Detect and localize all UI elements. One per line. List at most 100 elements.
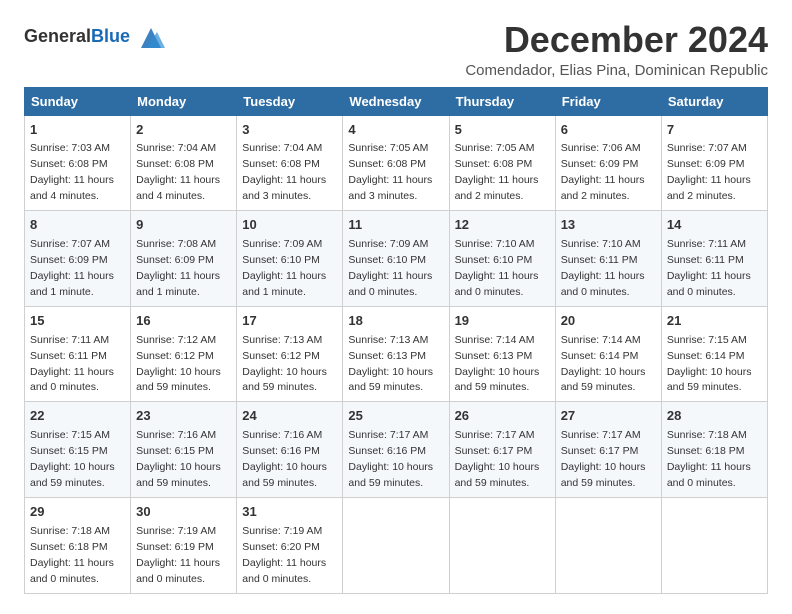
day-info: Sunrise: 7:05 AMSunset: 6:08 PMDaylight:… bbox=[455, 142, 539, 202]
day-info: Sunrise: 7:11 AMSunset: 6:11 PMDaylight:… bbox=[30, 334, 114, 394]
day-number: 8 bbox=[30, 216, 125, 235]
day-info: Sunrise: 7:18 AMSunset: 6:18 PMDaylight:… bbox=[667, 429, 751, 489]
calendar-cell: 12 Sunrise: 7:10 AMSunset: 6:10 PMDaylig… bbox=[449, 211, 555, 307]
calendar-week-row: 15 Sunrise: 7:11 AMSunset: 6:11 PMDaylig… bbox=[25, 306, 768, 402]
day-number: 5 bbox=[455, 121, 550, 140]
calendar-cell: 3 Sunrise: 7:04 AMSunset: 6:08 PMDayligh… bbox=[237, 115, 343, 211]
day-info: Sunrise: 7:16 AMSunset: 6:15 PMDaylight:… bbox=[136, 429, 221, 489]
weekday-header-thursday: Thursday bbox=[449, 87, 555, 115]
day-info: Sunrise: 7:13 AMSunset: 6:12 PMDaylight:… bbox=[242, 334, 327, 394]
day-number: 30 bbox=[136, 503, 231, 522]
day-number: 10 bbox=[242, 216, 337, 235]
calendar-cell: 4 Sunrise: 7:05 AMSunset: 6:08 PMDayligh… bbox=[343, 115, 449, 211]
calendar-cell: 5 Sunrise: 7:05 AMSunset: 6:08 PMDayligh… bbox=[449, 115, 555, 211]
day-info: Sunrise: 7:15 AMSunset: 6:15 PMDaylight:… bbox=[30, 429, 115, 489]
weekday-header-saturday: Saturday bbox=[661, 87, 767, 115]
weekday-header-wednesday: Wednesday bbox=[343, 87, 449, 115]
calendar-cell: 10 Sunrise: 7:09 AMSunset: 6:10 PMDaylig… bbox=[237, 211, 343, 307]
day-info: Sunrise: 7:07 AMSunset: 6:09 PMDaylight:… bbox=[30, 238, 114, 298]
calendar-cell: 23 Sunrise: 7:16 AMSunset: 6:15 PMDaylig… bbox=[131, 402, 237, 498]
day-info: Sunrise: 7:08 AMSunset: 6:09 PMDaylight:… bbox=[136, 238, 220, 298]
day-info: Sunrise: 7:15 AMSunset: 6:14 PMDaylight:… bbox=[667, 334, 752, 394]
logo: GeneralBlue bbox=[24, 24, 165, 52]
day-number: 9 bbox=[136, 216, 231, 235]
day-info: Sunrise: 7:06 AMSunset: 6:09 PMDaylight:… bbox=[561, 142, 645, 202]
calendar-cell bbox=[449, 497, 555, 593]
calendar-cell: 6 Sunrise: 7:06 AMSunset: 6:09 PMDayligh… bbox=[555, 115, 661, 211]
day-info: Sunrise: 7:18 AMSunset: 6:18 PMDaylight:… bbox=[30, 525, 114, 585]
calendar-cell: 21 Sunrise: 7:15 AMSunset: 6:14 PMDaylig… bbox=[661, 306, 767, 402]
calendar-week-row: 29 Sunrise: 7:18 AMSunset: 6:18 PMDaylig… bbox=[25, 497, 768, 593]
day-info: Sunrise: 7:10 AMSunset: 6:11 PMDaylight:… bbox=[561, 238, 645, 298]
calendar-cell: 8 Sunrise: 7:07 AMSunset: 6:09 PMDayligh… bbox=[25, 211, 131, 307]
day-info: Sunrise: 7:17 AMSunset: 6:16 PMDaylight:… bbox=[348, 429, 433, 489]
month-title: December 2024 bbox=[465, 20, 768, 60]
calendar-cell: 30 Sunrise: 7:19 AMSunset: 6:19 PMDaylig… bbox=[131, 497, 237, 593]
day-number: 2 bbox=[136, 121, 231, 140]
day-number: 23 bbox=[136, 407, 231, 426]
day-number: 27 bbox=[561, 407, 656, 426]
day-info: Sunrise: 7:19 AMSunset: 6:19 PMDaylight:… bbox=[136, 525, 220, 585]
calendar-table: SundayMondayTuesdayWednesdayThursdayFrid… bbox=[24, 87, 768, 594]
day-number: 15 bbox=[30, 312, 125, 331]
day-number: 28 bbox=[667, 407, 762, 426]
day-number: 1 bbox=[30, 121, 125, 140]
day-info: Sunrise: 7:11 AMSunset: 6:11 PMDaylight:… bbox=[667, 238, 751, 298]
day-number: 4 bbox=[348, 121, 443, 140]
calendar-cell bbox=[343, 497, 449, 593]
day-number: 24 bbox=[242, 407, 337, 426]
day-info: Sunrise: 7:04 AMSunset: 6:08 PMDaylight:… bbox=[242, 142, 326, 202]
calendar-cell: 1 Sunrise: 7:03 AMSunset: 6:08 PMDayligh… bbox=[25, 115, 131, 211]
day-info: Sunrise: 7:14 AMSunset: 6:14 PMDaylight:… bbox=[561, 334, 646, 394]
calendar-cell: 14 Sunrise: 7:11 AMSunset: 6:11 PMDaylig… bbox=[661, 211, 767, 307]
day-info: Sunrise: 7:09 AMSunset: 6:10 PMDaylight:… bbox=[348, 238, 432, 298]
day-number: 22 bbox=[30, 407, 125, 426]
weekday-header-row: SundayMondayTuesdayWednesdayThursdayFrid… bbox=[25, 87, 768, 115]
day-info: Sunrise: 7:05 AMSunset: 6:08 PMDaylight:… bbox=[348, 142, 432, 202]
calendar-cell: 19 Sunrise: 7:14 AMSunset: 6:13 PMDaylig… bbox=[449, 306, 555, 402]
calendar-cell: 22 Sunrise: 7:15 AMSunset: 6:15 PMDaylig… bbox=[25, 402, 131, 498]
day-number: 31 bbox=[242, 503, 337, 522]
calendar-cell: 15 Sunrise: 7:11 AMSunset: 6:11 PMDaylig… bbox=[25, 306, 131, 402]
day-number: 6 bbox=[561, 121, 656, 140]
day-info: Sunrise: 7:04 AMSunset: 6:08 PMDaylight:… bbox=[136, 142, 220, 202]
day-number: 29 bbox=[30, 503, 125, 522]
weekday-header-monday: Monday bbox=[131, 87, 237, 115]
day-info: Sunrise: 7:09 AMSunset: 6:10 PMDaylight:… bbox=[242, 238, 326, 298]
logo-general: General bbox=[24, 26, 91, 46]
weekday-header-sunday: Sunday bbox=[25, 87, 131, 115]
calendar-week-row: 22 Sunrise: 7:15 AMSunset: 6:15 PMDaylig… bbox=[25, 402, 768, 498]
day-number: 13 bbox=[561, 216, 656, 235]
day-info: Sunrise: 7:03 AMSunset: 6:08 PMDaylight:… bbox=[30, 142, 114, 202]
day-number: 3 bbox=[242, 121, 337, 140]
calendar-cell: 24 Sunrise: 7:16 AMSunset: 6:16 PMDaylig… bbox=[237, 402, 343, 498]
day-info: Sunrise: 7:14 AMSunset: 6:13 PMDaylight:… bbox=[455, 334, 540, 394]
day-number: 16 bbox=[136, 312, 231, 331]
day-number: 18 bbox=[348, 312, 443, 331]
day-number: 14 bbox=[667, 216, 762, 235]
calendar-cell: 27 Sunrise: 7:17 AMSunset: 6:17 PMDaylig… bbox=[555, 402, 661, 498]
day-number: 25 bbox=[348, 407, 443, 426]
day-info: Sunrise: 7:16 AMSunset: 6:16 PMDaylight:… bbox=[242, 429, 327, 489]
calendar-cell: 7 Sunrise: 7:07 AMSunset: 6:09 PMDayligh… bbox=[661, 115, 767, 211]
calendar-cell: 20 Sunrise: 7:14 AMSunset: 6:14 PMDaylig… bbox=[555, 306, 661, 402]
logo-blue: Blue bbox=[91, 26, 130, 46]
calendar-cell: 11 Sunrise: 7:09 AMSunset: 6:10 PMDaylig… bbox=[343, 211, 449, 307]
weekday-header-tuesday: Tuesday bbox=[237, 87, 343, 115]
calendar-cell: 17 Sunrise: 7:13 AMSunset: 6:12 PMDaylig… bbox=[237, 306, 343, 402]
calendar-cell: 16 Sunrise: 7:12 AMSunset: 6:12 PMDaylig… bbox=[131, 306, 237, 402]
day-number: 11 bbox=[348, 216, 443, 235]
day-info: Sunrise: 7:12 AMSunset: 6:12 PMDaylight:… bbox=[136, 334, 221, 394]
day-info: Sunrise: 7:17 AMSunset: 6:17 PMDaylight:… bbox=[561, 429, 646, 489]
title-area: December 2024 Comendador, Elias Pina, Do… bbox=[465, 20, 768, 79]
calendar-cell: 18 Sunrise: 7:13 AMSunset: 6:13 PMDaylig… bbox=[343, 306, 449, 402]
calendar-cell: 29 Sunrise: 7:18 AMSunset: 6:18 PMDaylig… bbox=[25, 497, 131, 593]
day-info: Sunrise: 7:13 AMSunset: 6:13 PMDaylight:… bbox=[348, 334, 433, 394]
logo-icon bbox=[137, 24, 165, 52]
day-info: Sunrise: 7:19 AMSunset: 6:20 PMDaylight:… bbox=[242, 525, 326, 585]
calendar-cell: 9 Sunrise: 7:08 AMSunset: 6:09 PMDayligh… bbox=[131, 211, 237, 307]
calendar-cell: 2 Sunrise: 7:04 AMSunset: 6:08 PMDayligh… bbox=[131, 115, 237, 211]
calendar-cell bbox=[555, 497, 661, 593]
header: GeneralBlue December 2024 Comendador, El… bbox=[24, 20, 768, 79]
day-info: Sunrise: 7:17 AMSunset: 6:17 PMDaylight:… bbox=[455, 429, 540, 489]
